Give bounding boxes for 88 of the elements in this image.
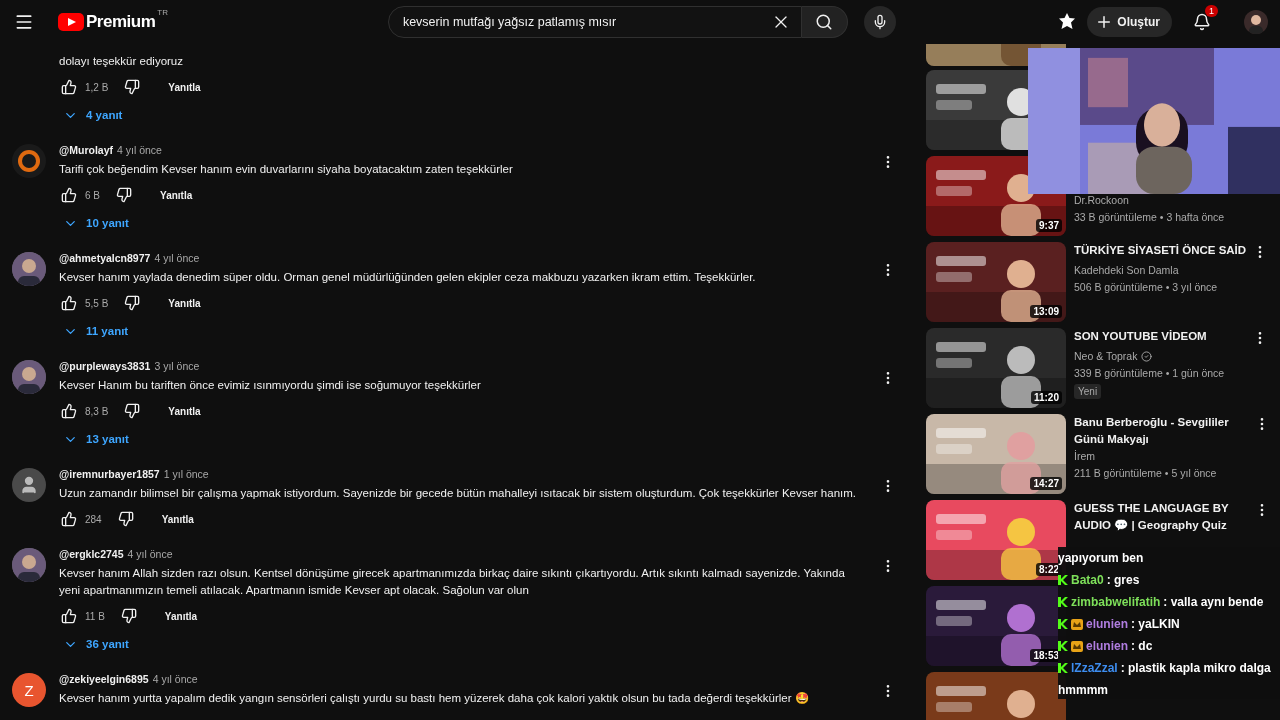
comment-time[interactable]: 4 yıl önce (152, 673, 198, 685)
replies-toggle[interactable]: 10 yanıt (59, 213, 129, 233)
video-title[interactable]: SON YOUTUBE VİDEOM (1074, 328, 1207, 348)
kick-badge-icon (1058, 641, 1068, 651)
mic-button[interactable] (863, 6, 896, 38)
video-meta: 33 B görüntüleme • 3 hafta önce (1074, 210, 1226, 225)
kick-badge-icon (1058, 575, 1068, 585)
like-count: 8,3 B (85, 405, 109, 417)
like-icon[interactable] (59, 606, 79, 626)
reply-button[interactable]: Yanıtla (161, 513, 194, 525)
video-duration: 14:27 (1030, 477, 1062, 490)
chat-message: elunien : yaLKIN (1058, 615, 1280, 633)
like-count: 6 B (85, 189, 100, 201)
comment-time[interactable]: 4 yıl önce (127, 548, 173, 560)
avatar-icon[interactable] (12, 252, 46, 286)
channel-name[interactable]: Kadehdeki Son Damla (1074, 262, 1179, 279)
comment-text: Kevser hanım yaylada denedim süper oldu. Orman genel müdürlüğünden gelen ekipler ceza makbuzu yazarken ikram ettim. Teşekkürler. (59, 270, 757, 285)
like-count: 284 (85, 513, 102, 525)
comment-author[interactable]: @Murolayf (59, 144, 113, 156)
comment-author[interactable]: @purpleways3831 (59, 360, 151, 372)
video-duration: 13:09 (1030, 305, 1062, 318)
comment-time[interactable]: 4 yıl önce (117, 144, 162, 156)
replies-toggle[interactable]: 4 yanıt (59, 105, 123, 125)
crown-badge-icon (1071, 618, 1083, 630)
notification-badge: 1 (1205, 5, 1218, 17)
kick-badge-icon (1058, 619, 1068, 629)
reply-button[interactable]: Yanıtla (160, 189, 193, 201)
kick-badge-icon (1058, 597, 1068, 607)
comment-text: Kevser hanım yurtta yapalım dedik yangın sensörleri çalıştı yurdu su bastı hem yüzerek daha çok kalori yaktık olsun bu tada değerdi teşekkürler 🤩 (59, 691, 810, 706)
like-count: 1,2 B (85, 81, 109, 93)
comment-author[interactable]: @iremnurbayer1857 (59, 468, 160, 480)
comment-text: Kevser hanım Allah sizden razı olsun. Kentsel dönüşüme girecek apartmanımızda birkaç daire sıkıntı çıkartıyordu. Artık sıkıntı kalmadı sayenizde. Yakında yeni apartmanımızın temeli atılacak. Apartmanın ismide Kevser apt olacak. Sağolun var olun (59, 566, 846, 598)
search-field[interactable]: kevserin mutfağı yağsız patlamış mısır (387, 6, 802, 38)
like-icon[interactable] (59, 77, 79, 97)
kick-badge-icon (1058, 663, 1068, 673)
comment-time[interactable]: 3 yıl önce (154, 360, 200, 372)
avatar-icon[interactable] (12, 548, 46, 582)
replies-toggle[interactable]: 36 yanıt (59, 634, 129, 654)
comment-text: Tarifi çok beğendim Kevser hanım evin duvarlarını siyaha boyatacaktım zaten teşekkürler (59, 162, 514, 177)
reply-button[interactable]: Yanıtla (164, 610, 198, 622)
comment-author[interactable]: @ahmetyalcn8977 (59, 252, 151, 264)
video-duration: 9:37 (1036, 219, 1062, 232)
like-icon[interactable] (59, 185, 79, 205)
region-code: TR (157, 8, 168, 17)
avatar-icon[interactable] (1244, 10, 1268, 34)
chat-message: hmmmm (1058, 682, 1109, 699)
comment-author[interactable]: @ergklc2745 (59, 548, 124, 560)
new-tag: Yeni (1074, 384, 1102, 399)
like-icon[interactable] (59, 293, 79, 313)
like-icon[interactable] (59, 509, 79, 529)
comment-text: dolayı teşekkür ediyoruz (59, 54, 184, 69)
chat-message: zimbabwelifatih : valla aynı bende (1058, 593, 1280, 611)
comment-time[interactable]: 4 yıl önce (154, 252, 200, 264)
create-button[interactable]: Oluştur (1087, 7, 1172, 37)
comment-time[interactable]: 1 yıl önce (163, 468, 209, 480)
dislike-icon[interactable] (114, 185, 134, 205)
comment-author[interactable]: @zekiyeelgin6895 (59, 673, 149, 685)
reply-button[interactable]: Yanıtla (168, 297, 201, 309)
avatar-icon[interactable] (12, 144, 46, 178)
like-count: 5,5 B (85, 297, 109, 309)
search-icon (815, 13, 834, 31)
replies-toggle[interactable]: 11 yanıt (59, 321, 129, 341)
video-title[interactable]: TÜRKİYE SİYASETİ ÖNCE SAİD (1074, 242, 1247, 262)
replies-toggle[interactable]: 13 yanıt (59, 429, 129, 449)
like-count: 11 B (85, 610, 105, 622)
video-meta: 506 B görüntüleme • 3 yıl önce (1074, 280, 1219, 295)
channel-name[interactable]: Dr.Rockoon (1074, 192, 1129, 209)
reply-button[interactable]: Yanıtla (168, 81, 201, 93)
channel-name[interactable]: Neo & Toprak (1074, 348, 1138, 365)
avatar-icon[interactable] (12, 360, 46, 394)
logo-text[interactable]: Premium (86, 12, 156, 32)
like-icon[interactable] (59, 401, 79, 421)
comment-text: Uzun zamandır bilimsel bir çalışma yapmak istiyordum. Sayenizde bir gecede bütün mahalleyi ısıtacak bir sistem oluşturdum. Çok teşekkürler Kevser hanım. (59, 486, 858, 501)
channel-name[interactable]: İrem (1074, 448, 1095, 465)
avatar-icon[interactable] (12, 468, 46, 502)
avatar[interactable]: Z (12, 673, 46, 707)
video-meta: 339 B görüntüleme • 1 gün önce (1074, 366, 1226, 381)
search-button[interactable] (801, 6, 848, 38)
chat-message: yapıyorum ben (1058, 550, 1145, 566)
crown-badge-icon (1071, 640, 1083, 652)
comment-text: Kevser Hanım bu tariften önce evimiz ısınmıyordu şimdi ise soğumuyor teşekkürler (59, 378, 482, 393)
play-logo-icon[interactable] (58, 13, 84, 31)
reply-button[interactable]: Yanıtla (168, 405, 201, 417)
video-duration: 11:20 (1030, 391, 1062, 404)
chat-message: lZzaZzal : plastik kapla mikro dalga (1058, 659, 1280, 677)
video-title[interactable]: Banu Berberoğlu - Sevgililer Günü Makyajı (1074, 414, 1254, 448)
video-title[interactable]: GUESS THE LANGUAGE BY AUDIO 💬 | Geography Quiz (1074, 500, 1254, 534)
video-meta: 211 B görüntüleme • 5 yıl önce (1074, 466, 1218, 481)
